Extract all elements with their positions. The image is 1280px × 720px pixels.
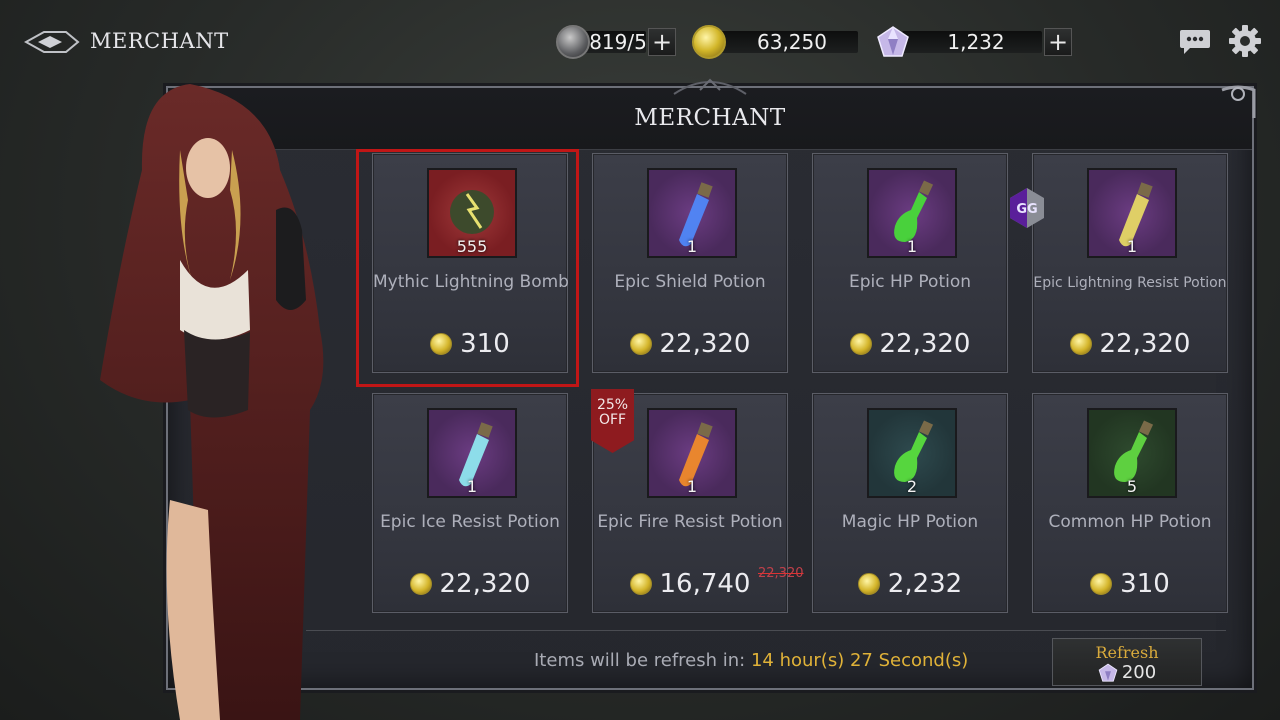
gem-resource: 1,232 + — [876, 26, 1072, 58]
shop-item-card[interactable]: 1 Epic Ice Resist Potion 22,320 — [372, 393, 568, 613]
item-price: 22,320 — [813, 329, 1007, 359]
item-name: Epic Fire Resist Potion — [597, 512, 783, 532]
refresh-button-label: Refresh — [1095, 643, 1159, 662]
refresh-timer: Items will be refresh in: 14 hour(s) 27 … — [534, 650, 968, 671]
gold-coin-icon — [409, 573, 432, 595]
shield-potion-icon: 1 — [647, 168, 737, 258]
common-hp-potion-icon: 5 — [1087, 408, 1177, 498]
gold-coin-icon — [629, 333, 652, 355]
item-quantity: 1 — [1126, 237, 1138, 256]
chat-icon[interactable] — [1178, 26, 1212, 56]
original-price: 22,320 — [758, 566, 804, 581]
item-name: Epic HP Potion — [848, 272, 972, 292]
price-value: 2,232 — [887, 569, 963, 599]
gg-badge-label: GG — [1016, 202, 1037, 217]
lightning-resist-potion-icon: 1 — [1087, 168, 1177, 258]
price-value: 22,320 — [879, 329, 971, 359]
back-button[interactable] — [24, 26, 82, 58]
shop-item-card[interactable]: 1 Epic HP Potion 22,320 — [812, 153, 1008, 373]
item-quantity: 2 — [906, 477, 918, 496]
discount-percent: 25% — [596, 397, 629, 413]
discount-off-label: OFF — [598, 412, 627, 428]
back-arrow-icon — [24, 31, 80, 53]
gold-coin-icon — [692, 25, 726, 59]
gear-icon[interactable] — [1228, 24, 1262, 58]
merchant-character — [80, 80, 340, 720]
item-quantity: 1 — [686, 477, 698, 496]
item-quantity: 1 — [686, 237, 698, 256]
item-quantity: 1 — [906, 237, 918, 256]
item-name: Common HP Potion — [1048, 512, 1212, 532]
selected-item-highlight — [356, 149, 579, 387]
item-price: 22,320 — [1033, 329, 1227, 359]
stamina-resource: 819/5 + — [556, 25, 676, 59]
refresh-cost-value: 200 — [1121, 662, 1157, 683]
item-price: 22,320 — [373, 569, 567, 599]
discount-badge: 25% OFF — [591, 389, 634, 453]
item-name: Epic Lightning Resist Potion — [1033, 275, 1227, 291]
shop-item-card[interactable]: 2 Magic HP Potion 2,232 — [812, 393, 1008, 613]
item-price: 310 — [1033, 569, 1227, 599]
shop-item-card[interactable]: 1 Epic Shield Potion 22,320 — [592, 153, 788, 373]
gem-value: 1,232 — [902, 30, 1042, 54]
fire-resist-potion-icon: 1 — [647, 408, 737, 498]
gold-coin-icon — [849, 333, 872, 355]
gold-resource: 63,250 — [692, 25, 858, 59]
ornament-icon — [670, 74, 750, 98]
stamina-icon — [556, 25, 590, 59]
top-title: MERCHANT — [90, 29, 229, 53]
item-quantity: 5 — [1126, 477, 1138, 496]
price-value: 16,740 — [659, 569, 751, 599]
gold-coin-icon — [857, 573, 880, 595]
add-gems-button[interactable]: + — [1044, 28, 1072, 56]
refresh-timer-label: Items will be refresh in: — [534, 650, 746, 671]
gg-badge[interactable]: GG — [1008, 186, 1046, 230]
price-value: 310 — [1120, 569, 1170, 599]
gold-coin-icon — [1090, 573, 1113, 595]
price-value: 22,320 — [659, 329, 751, 359]
gold-coin-icon — [1069, 333, 1092, 355]
gold-coin-icon — [629, 573, 652, 595]
refresh-cost: 200 — [1053, 662, 1201, 683]
magic-hp-potion-icon: 2 — [867, 408, 957, 498]
item-name: Epic Ice Resist Potion — [380, 512, 560, 532]
item-price: 22,320 — [593, 329, 787, 359]
footer-divider — [306, 630, 1226, 631]
item-name: Epic Shield Potion — [614, 272, 766, 292]
item-name: Magic HP Potion — [841, 512, 979, 532]
refresh-timer-value: 14 hour(s) 27 Second(s) — [750, 650, 969, 671]
hp-potion-icon: 1 — [867, 168, 957, 258]
refresh-button[interactable]: Refresh 200 — [1052, 638, 1202, 686]
stamina-value: 819/5 — [582, 30, 647, 54]
add-stamina-button[interactable]: + — [648, 28, 676, 56]
gold-value: 63,250 — [718, 30, 858, 54]
price-value: 22,320 — [439, 569, 531, 599]
shop-item-card[interactable]: 5 Common HP Potion 310 — [1032, 393, 1228, 613]
item-quantity: 1 — [466, 477, 478, 496]
item-price: 2,232 — [813, 569, 1007, 599]
price-value: 22,320 — [1099, 329, 1191, 359]
shop-item-card[interactable]: 1 Epic Lightning Resist Potion 22,320 — [1032, 153, 1228, 373]
ice-resist-potion-icon: 1 — [427, 408, 517, 498]
gem-icon — [876, 25, 910, 59]
gem-icon — [1098, 663, 1118, 682]
